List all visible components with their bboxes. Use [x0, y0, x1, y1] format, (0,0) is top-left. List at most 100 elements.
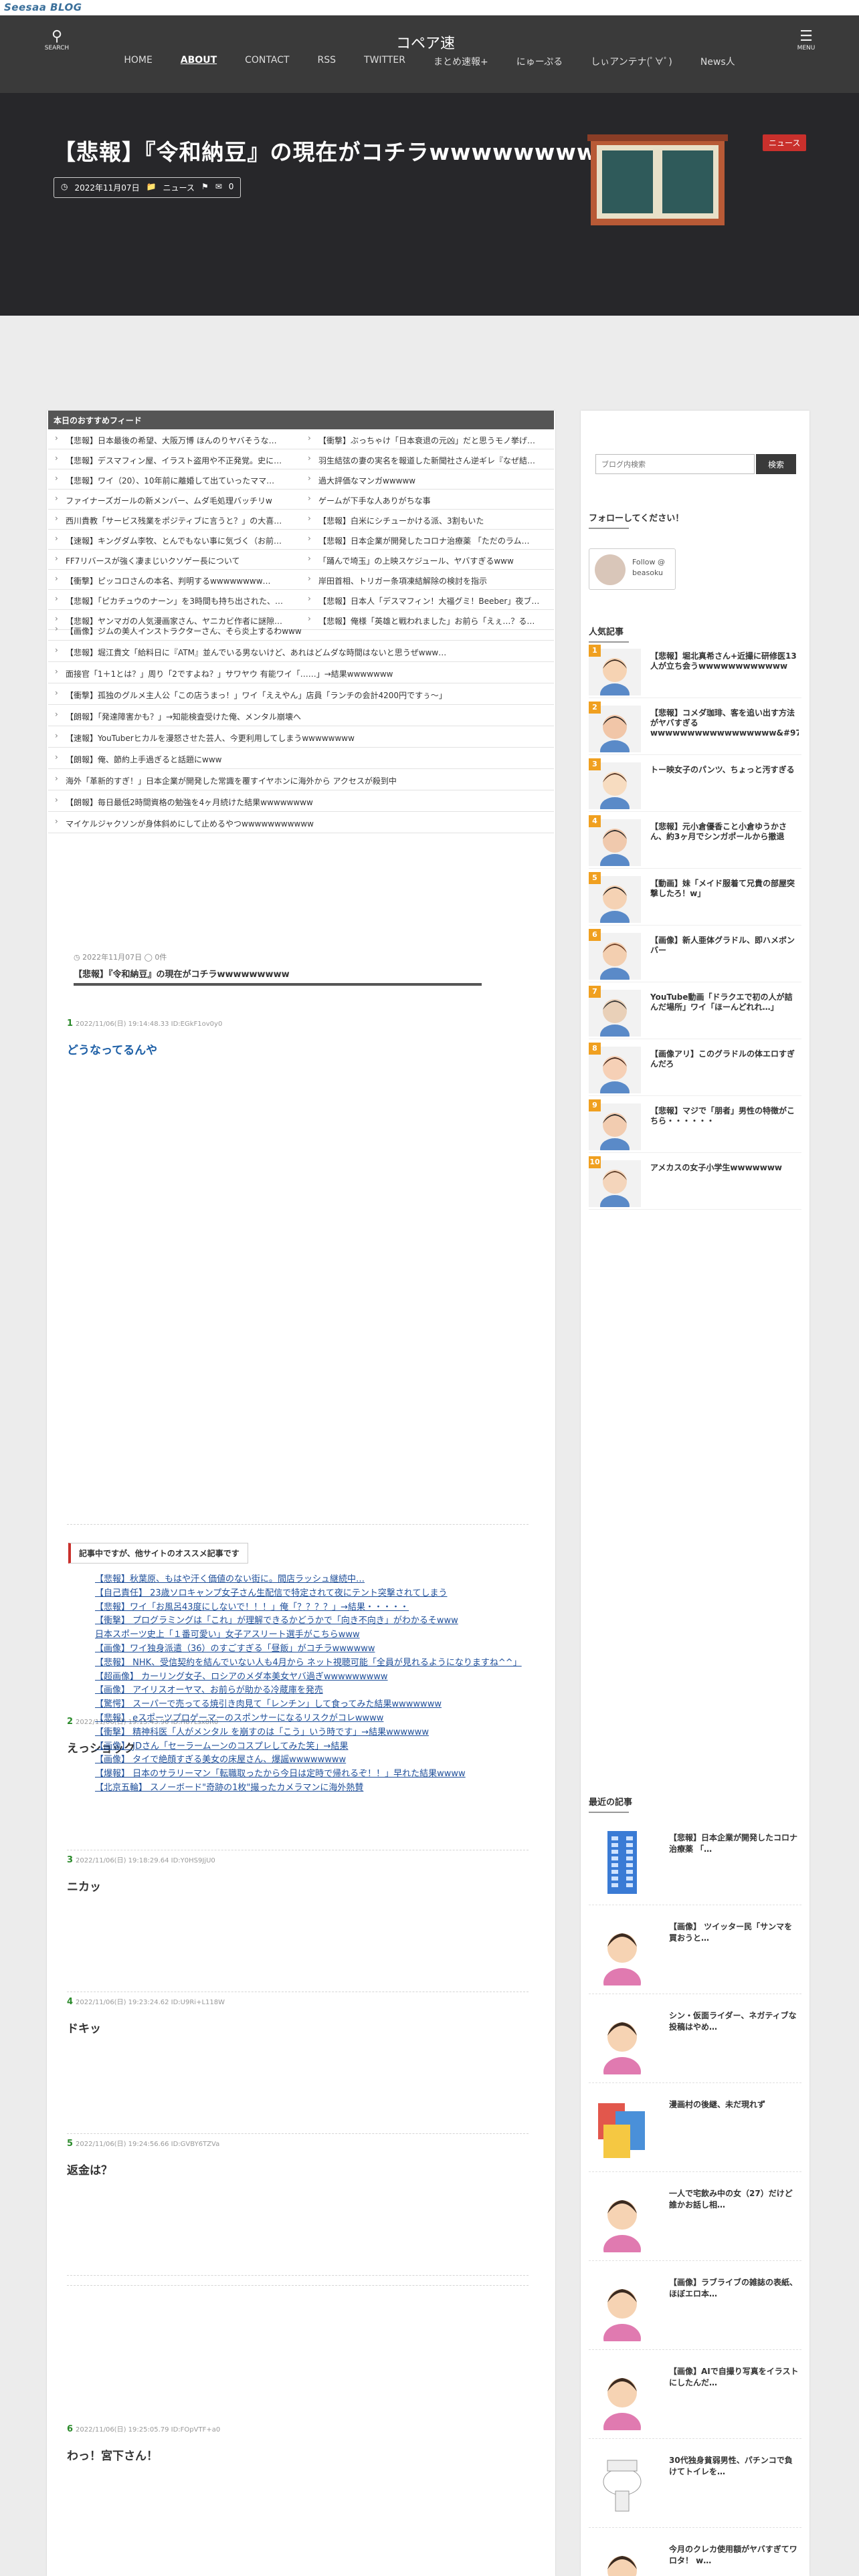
nav-contact[interactable]: CONTACT: [245, 55, 289, 68]
nav-newsjin[interactable]: News人: [700, 55, 735, 68]
seesaa-logo[interactable]: Seesaa BLOG: [4, 1, 82, 13]
menu-button[interactable]: ☰ MENU: [783, 29, 830, 52]
search-button[interactable]: ⚲ SEARCH: [33, 29, 80, 52]
pickup-link[interactable]: 羽生結弦の妻の実名を報道した新聞社さん逆ギレ『なぜ結…: [301, 449, 554, 469]
pickup-link[interactable]: 【朗報】俺、節約上手過ぎると話題にwww: [48, 748, 554, 769]
recent-item[interactable]: 【画像】ラブライブの雑誌の表紙、ほぼエロ本…: [589, 2261, 801, 2350]
pickup-link[interactable]: 【悲報】日本最後の希望、大阪万博 ほんのりヤバそうな…: [48, 429, 301, 449]
popular-title-text[interactable]: 【悲報】元小倉優香こと小倉ゆうかさん、約3ヶ月でシンガポールから撤退: [650, 822, 799, 842]
pickup-link[interactable]: ファイナーズガールの新メンバー、ムダ毛処理バッチリw: [48, 490, 301, 509]
pickup-link[interactable]: 【悲報】ワイ（20）、10年前に離婚して出ていったママ…: [48, 469, 301, 489]
popular-title-text[interactable]: アメカスの女子小学生wwwwwww: [650, 1163, 799, 1173]
pickup-link[interactable]: 【朗報】「発達障害かも？」→知能検査受けた俺、メンタル崩壊へ: [48, 705, 554, 726]
recent-thumbnail[interactable]: [589, 2269, 656, 2341]
pickup-link[interactable]: 海外「革新的すぎ！」日本企業が開発した常識を覆すイヤホンに海外から アクセスが殺…: [48, 769, 554, 790]
pickup-link[interactable]: 面接官「1＋1とは？」周り「2ですよね？」サワヤウ 有能ワイ「……」→結果www…: [48, 662, 554, 683]
pickup-link[interactable]: 岸田首相、トリガー条項凍結解除の検討を指示: [301, 570, 554, 589]
pickup-link[interactable]: 【悲報】「ピカチュウのナーン」を3時間も持ち出された、…: [48, 590, 301, 609]
pickup-link[interactable]: 【衝撃】孤独のグルメ主人公「この店うまっ！」ワイ「ええやん」店員「ランチの会計4…: [48, 683, 554, 705]
recommend-link[interactable]: 【爆報】 日本のサラリーマン「転職取ったから今日は定時で帰れるぞ！！」早れた結果…: [95, 1767, 523, 1782]
pickup-link[interactable]: ゲームが下手な人ありがちな事: [301, 490, 554, 509]
popular-title-text[interactable]: 【悲報】マジで「朋者」男性の特徴がこちら・・・・・・: [650, 1106, 799, 1126]
response-number[interactable]: 5: [67, 2139, 73, 2149]
recommend-link[interactable]: 【自己責任】 23歳ソロキャンプ女子さん生配信で特定されて夜にテント突撃されてし…: [95, 1587, 523, 1601]
recommend-link[interactable]: 【衝撃】 精神科医「人がメンタル を崩すのは「こう」いう時です」→結果wwwww…: [95, 1726, 523, 1740]
hero-category-badge[interactable]: ニュース: [763, 134, 807, 151]
hero-category[interactable]: ニュース: [163, 182, 195, 193]
recent-item[interactable]: 今月のクレカ使用額がヤバすぎてワロタ！ w…: [589, 2528, 801, 2576]
pickup-link[interactable]: 【悲報】日本企業が開発したコロナ治療薬 「ただのラム…: [301, 530, 554, 549]
recommend-link[interactable]: 【画像】 JDさん「セーラームーンのコスプレしてみた笑」→結果: [95, 1740, 523, 1754]
nav-home[interactable]: HOME: [124, 55, 152, 68]
recommend-link[interactable]: 日本スポーツ史上「１番可愛い」女子アスリート選手がこちらwww: [95, 1628, 523, 1642]
pickup-link[interactable]: 【衝撃】ピッコロさんの本名、判明するwwwwwwww…: [48, 570, 301, 589]
popular-item[interactable]: 3 トー映女子のパンツ、ちょっと汚すぎる: [589, 758, 801, 812]
recent-thumbnail[interactable]: [589, 2358, 656, 2430]
hero-comments[interactable]: 0: [229, 182, 234, 193]
site-logo[interactable]: コペア速: [396, 31, 455, 53]
recent-title-text[interactable]: 【画像】AIで自撮り写真をイラストにしたんだ…: [669, 2366, 800, 2389]
pickup-link[interactable]: 【悲報】日本人「デスマフィン！大福グミ！Beeber」夜ブ…: [301, 590, 554, 609]
recommend-link[interactable]: 【悲報】ワイ「お風呂43度にしないで！！！」俺「？？？？」→結果・・・・・: [95, 1601, 523, 1615]
recent-item[interactable]: 【画像】AIで自撮り写真をイラストにしたんだ…: [589, 2350, 801, 2439]
popular-title-text[interactable]: YouTube動画「ドラクエで初の人が詰んだ場所」ワイ「ほーんどれれ…」: [650, 992, 799, 1012]
nav-twitter[interactable]: TWITTER: [364, 55, 405, 68]
nav-rss[interactable]: RSS: [318, 55, 337, 68]
nav-matome[interactable]: まとめ速報+: [434, 55, 488, 68]
nav-nyupuru[interactable]: にゅーぷる: [516, 55, 563, 68]
recommend-link[interactable]: 【悲報】 NHK、受信契約を結んでいない人も4月から ネット視聴可能「全員が見れ…: [95, 1656, 523, 1671]
pickup-link[interactable]: 【朗報】毎日最低2時間資格の勉強を4ヶ月続けた結果wwwwwwww: [48, 790, 554, 812]
recommend-link[interactable]: 【悲報】 eスポーツプロゲーマーのスポンサーになるリスクがコレwwww: [95, 1712, 523, 1726]
recent-item[interactable]: 30代独身貧弱男性、パチンコで負けてトイレを…: [589, 2439, 801, 2528]
popular-title-text[interactable]: 【悲報】堀北真希さん+近撮に研修医13人が立ち会うwwwwwwwwwwww: [650, 651, 799, 671]
pickup-link[interactable]: 【速報】YouTuberヒカルを漫怒させた芸人、今更利用してしまうwwwwwww…: [48, 726, 554, 748]
response-number[interactable]: 1: [67, 1018, 73, 1029]
response-number[interactable]: 3: [67, 1855, 73, 1865]
recommend-link[interactable]: 【衝撃】 プログラミングは「これ」が理解できるかどうかで「向き不向き」がわかるそ…: [95, 1614, 523, 1628]
popular-item[interactable]: 9 【悲報】マジで「朋者」男性の特徴がこちら・・・・・・: [589, 1099, 801, 1153]
pickup-link[interactable]: 過大評価なマンガwwwww: [301, 469, 554, 489]
article-comments[interactable]: 0件: [155, 953, 167, 962]
recent-item[interactable]: 漫画村の後継、未だ現れず: [589, 2083, 801, 2172]
recommend-link[interactable]: 【悲報】秋葉原、もはや汗く価値のない街に。間店ラッシュ継続中…: [95, 1573, 523, 1587]
twitter-follow-box[interactable]: Follow @ beasoku: [589, 548, 676, 590]
recent-title-text[interactable]: 【画像】 ツイッター民「サンマを買おうと…: [669, 1921, 800, 1944]
recent-thumbnail[interactable]: [589, 2002, 656, 2074]
pickup-link[interactable]: 【悲報】白米にシチューかける派、3割もいた: [301, 510, 554, 529]
recent-item[interactable]: シン・仮面ライダー、ネガティブな投稿はやめ…: [589, 1994, 801, 2083]
popular-item[interactable]: 6 【画像】新人亜体グラドル、即ハメボンバー: [589, 929, 801, 982]
popular-title-text[interactable]: 【悲報】コメダ珈琲、客を追い出す方法がヤバすぎるwwwwwwwwwwwwwwww…: [650, 708, 799, 738]
nav-about[interactable]: ABOUT: [181, 55, 217, 68]
pickup-link[interactable]: FF7リバースが強く凄まじいクソゲー長について: [48, 550, 301, 569]
pickup-link[interactable]: マイケルジャクソンが身体斜めにして止めるやつwwwwwwwwwww: [48, 812, 554, 833]
pickup-link[interactable]: 【悲報】堀江貴文「給料日に『ATM』並んでいる男ないけど、あれはどムダな時間はな…: [48, 641, 554, 662]
recent-title-text[interactable]: 30代独身貧弱男性、パチンコで負けてトイレを…: [669, 2455, 800, 2478]
pickup-link[interactable]: 【画像】ジムの美人インストラクターさん、そら炎上するわwww: [48, 619, 554, 641]
response-number[interactable]: 4: [67, 1997, 73, 2007]
pickup-link[interactable]: 【速報】キングダム李牧、とんでもない事に気づく（お前…: [48, 530, 301, 549]
recent-thumbnail[interactable]: [589, 1913, 656, 1985]
recommend-link[interactable]: 【画像】 アイリスオーヤマ、お前らが助かる冷蔵庫を発売: [95, 1684, 523, 1698]
recommend-link[interactable]: 【超画像】 カーリング女子、ロシアのメダ本美女ヤバ過ぎwwwwwwwww: [95, 1671, 523, 1685]
popular-title-text[interactable]: トー映女子のパンツ、ちょっと汚すぎる: [650, 765, 799, 775]
pickup-link[interactable]: 「踊んで埼玉」の上映スケジュール、ヤバすぎるwww: [301, 550, 554, 569]
nav-shii-antenna[interactable]: しぃアンテナ(ﾟ∀ﾟ): [591, 55, 672, 68]
popular-title-text[interactable]: 【動画】妹「メイド服着て兄貴の部屋突撃したろ！w」: [650, 879, 799, 899]
recommend-link[interactable]: 【驚愕】 スーパーで売ってる焼引き肉見て「レンチン」して食ってみた結果wwwww…: [95, 1698, 523, 1712]
recommend-link[interactable]: 【画像】ワイ独身派遣（36）のすごすぎる「昼飯」がコチラwwwwww: [95, 1642, 523, 1656]
popular-item[interactable]: 1 【悲報】堀北真希さん+近撮に研修医13人が立ち会うwwwwwwwwwwww: [589, 645, 801, 698]
pickup-link[interactable]: 【悲報】デスマフィン屋、イラスト盗用や不正発覚。史に…: [48, 449, 301, 469]
popular-item[interactable]: 8 【画像アリ】このグラドルの体エロすぎんだろ: [589, 1043, 801, 1096]
recent-title-text[interactable]: 一人で宅飲み中の女（27）だけど誰かお話し相…: [669, 2188, 800, 2211]
recent-title-text[interactable]: 【画像】ラブライブの雑誌の表紙、ほぼエロ本…: [669, 2277, 800, 2300]
popular-item[interactable]: 2 【悲報】コメダ珈琲、客を追い出す方法がヤバすぎるwwwwwwwwwwwwwww…: [589, 702, 801, 755]
recommend-link[interactable]: 【北京五輪】 スノーボード"奇跡の1枚"撮ったカメラマンに海外熱賛: [95, 1782, 523, 1796]
recent-item[interactable]: 一人で宅飲み中の女（27）だけど誰かお話し相…: [589, 2172, 801, 2261]
popular-title-text[interactable]: 【画像アリ】このグラドルの体エロすぎんだろ: [650, 1049, 799, 1069]
recent-title-text[interactable]: 【悲報】日本企業が開発したコロナ治療薬 「…: [669, 1832, 800, 1855]
popular-item[interactable]: 5 【動画】妹「メイド服着て兄貴の部屋突撃したろ！w」: [589, 872, 801, 926]
recent-title-text[interactable]: 漫画村の後継、未だ現れず: [669, 2099, 800, 2111]
recent-thumbnail[interactable]: [589, 2447, 656, 2519]
popular-item[interactable]: 4 【悲報】元小倉優香こと小倉ゆうかさん、約3ヶ月でシンガポールから撤退: [589, 815, 801, 869]
recent-item[interactable]: 【悲報】日本企業が開発したコロナ治療薬 「…: [589, 1816, 801, 1905]
